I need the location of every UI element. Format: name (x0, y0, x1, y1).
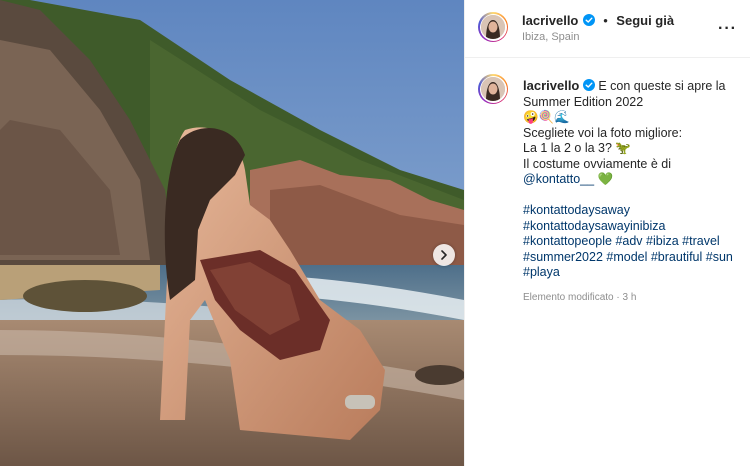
following-button[interactable]: Segui già (616, 13, 674, 28)
beach-photo-image (0, 0, 464, 466)
post-photo[interactable] (0, 0, 464, 466)
avatar-photo (481, 15, 505, 39)
caption-text-line: La 1 la 2 o la 3? 🦖 (523, 141, 631, 155)
hashtag-line[interactable]: #playa (523, 265, 745, 281)
caption-emoji-line: 🤪🍭🌊 (523, 110, 570, 124)
caption-author-avatar[interactable] (478, 74, 508, 104)
caption-text-line: E con queste si apre la (598, 79, 726, 93)
author-username[interactable]: lacrivello (522, 13, 578, 28)
author-avatar[interactable] (478, 12, 508, 42)
verified-badge-icon (582, 79, 595, 91)
caption-text-line: Scegliete voi la foto migliore: (523, 125, 683, 140)
caption-text-line: Il costume ovviamente è di (523, 156, 671, 171)
chevron-right-icon (441, 250, 447, 260)
hashtag-line[interactable]: #summer2022 #model #brautiful #sun (523, 250, 745, 266)
hashtag-line[interactable]: #kontattodaysaway (523, 203, 745, 219)
header-separator: • (603, 13, 608, 28)
mention-emoji: 💚 (597, 172, 614, 186)
hashtag-line[interactable]: #kontattopeople #adv #ibiza #travel (523, 234, 745, 250)
more-options-icon[interactable]: ··· (718, 20, 737, 38)
post-view: lacrivello • Segui già Ibiza, Spain ··· (0, 0, 750, 466)
hashtag-line[interactable]: #kontattodaysawayinibiza (523, 219, 745, 235)
post-caption: lacrivello E con queste si apre la Summe… (523, 78, 745, 281)
post-side-panel: lacrivello • Segui già Ibiza, Spain ··· (464, 0, 750, 466)
next-photo-button[interactable] (433, 244, 455, 266)
post-location[interactable]: Ibiza, Spain (522, 31, 579, 43)
avatar-photo (481, 77, 505, 101)
verified-badge-icon (582, 14, 595, 26)
mention-link[interactable]: @kontatto__ (523, 172, 594, 186)
caption-username[interactable]: lacrivello (523, 78, 579, 93)
post-header: lacrivello • Segui già Ibiza, Spain ··· (465, 0, 750, 58)
caption-text-line: Summer Edition 2022 (523, 94, 644, 109)
edited-timestamp: Elemento modificato · 3 h (523, 292, 637, 303)
